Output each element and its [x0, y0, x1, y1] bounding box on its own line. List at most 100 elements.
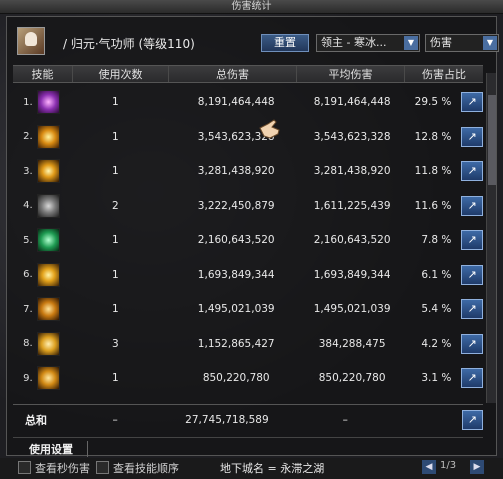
hand-cursor-icon	[259, 119, 280, 139]
green-pillar-icon	[36, 228, 61, 253]
col-total[interactable]: 总伤害	[169, 66, 297, 82]
share-icon[interactable]: ↗	[461, 410, 484, 430]
row-index: 7.	[23, 303, 33, 315]
row-index: 8.	[23, 338, 33, 350]
total-damage: 3,281,438,920	[197, 165, 275, 178]
table-row[interactable]: 5. 1 2,160,643,520 2,160,643,520 7.8 % ↗	[13, 223, 483, 258]
share-icon[interactable]: ↗	[461, 264, 483, 285]
damage-share: 7.8 %	[421, 234, 452, 247]
row-index: 2.	[23, 131, 33, 143]
col-count[interactable]: 使用次数	[73, 66, 169, 82]
use-count: 1	[112, 303, 119, 316]
reset-button[interactable]: 重置	[261, 34, 309, 52]
share-icon[interactable]: ↗	[461, 195, 483, 216]
table-row[interactable]: 8. 3 1,152,865,427 384,288,475 4.2 % ↗	[13, 327, 483, 362]
damage-share: 29.5 %	[414, 96, 452, 109]
table-header: 技能 使用次数 总伤害 平均伤害 伤害占比	[13, 65, 483, 83]
checkbox-dps[interactable]	[18, 461, 31, 474]
table-row[interactable]: 3. 1 3,281,438,920 3,281,438,920 11.8 % …	[13, 154, 483, 189]
chevron-right-icon[interactable]: ▶	[470, 460, 484, 474]
golden-lion-icon	[36, 124, 61, 149]
page-indicator: 1/3	[440, 460, 457, 471]
damage-share: 12.8 %	[414, 130, 452, 143]
totals-damage: 27,745,718,589	[185, 414, 269, 426]
table-row[interactable]: 1. 1 8,191,464,448 8,191,464,448 29.5 % …	[13, 85, 483, 120]
average-damage: 3,281,438,920	[313, 165, 391, 178]
character-name: / 归元·气功师 (等级110)	[63, 37, 195, 51]
share-icon[interactable]: ↗	[461, 161, 483, 182]
share-icon[interactable]: ↗	[461, 368, 483, 389]
totals-average: –	[342, 414, 348, 426]
table-row[interactable]: 4. 2 3,222,450,879 1,611,225,439 11.6 % …	[13, 189, 483, 224]
check-dps-label[interactable]: 查看秒伤害	[35, 460, 90, 476]
average-damage: 850,220,780	[318, 372, 386, 385]
totals-row: 总和 – 27,745,718,589 – ↗	[13, 409, 484, 431]
total-damage: 3,222,450,879	[197, 199, 275, 212]
total-damage: 1,495,021,039	[197, 303, 275, 316]
total-damage: 850,220,780	[202, 372, 270, 385]
average-damage: 1,495,021,039	[313, 303, 391, 316]
table-row[interactable]: 6. 1 1,693,849,344 1,693,849,344 6.1 % ↗	[13, 258, 483, 293]
window-title: 伤害统计	[231, 1, 272, 12]
col-pct[interactable]: 伤害占比	[405, 66, 483, 82]
average-damage: 1,693,849,344	[313, 268, 391, 281]
totals-count: –	[112, 414, 118, 426]
row-index: 1.	[23, 96, 33, 108]
table-row[interactable]: 7. 1 1,495,021,039 1,495,021,039 5.4 % ↗	[13, 292, 483, 327]
use-count: 1	[112, 234, 119, 247]
average-damage: 1,611,225,439	[313, 199, 391, 212]
row-index: 9.	[23, 372, 33, 384]
damage-stats-panel: / 归元·气功师 (等级110) 重置 领主 - 寒冰... ▼ 伤害 ▼ 技能…	[6, 16, 499, 457]
target-select-value: 领主 - 寒冰...	[321, 36, 387, 49]
type-select[interactable]: 伤害 ▼	[425, 34, 499, 52]
row-index: 6.	[23, 269, 33, 281]
bottom-bar: 查看秒伤害 查看技能顺序 地下城名 = 永滞之湖 ◀ 1/3 ▶	[0, 458, 503, 479]
share-icon[interactable]: ↗	[461, 299, 483, 320]
skill-rows: 1. 1 8,191,464,448 8,191,464,448 29.5 % …	[13, 85, 483, 396]
usage-settings: 使用设置	[13, 437, 483, 457]
table-row[interactable]: 2. 1 3,543,623,328 3,543,623,328 12.8 % …	[13, 120, 483, 155]
row-index: 5.	[23, 234, 33, 246]
share-icon[interactable]: ↗	[461, 333, 483, 354]
damage-share: 4.2 %	[421, 337, 452, 350]
checkbox-skill-order[interactable]	[96, 461, 109, 474]
average-damage: 2,160,643,520	[313, 234, 391, 247]
usage-settings-tab[interactable]: 使用设置	[29, 441, 88, 457]
share-icon[interactable]: ↗	[461, 92, 483, 113]
scrollbar-thumb[interactable]	[488, 95, 496, 185]
use-count: 1	[112, 165, 119, 178]
window-titlebar: 伤害统计	[0, 0, 503, 14]
golden-wing-icon	[36, 331, 61, 356]
chevron-down-icon[interactable]: ▼	[483, 36, 497, 50]
share-icon[interactable]: ↗	[461, 126, 483, 147]
golden-strike-icon	[36, 297, 61, 322]
golden-slash-icon	[36, 366, 61, 391]
use-count: 1	[112, 372, 119, 385]
target-select[interactable]: 领主 - 寒冰... ▼	[316, 34, 420, 52]
chevron-left-icon[interactable]: ◀	[422, 460, 436, 474]
scrollbar[interactable]	[486, 73, 496, 403]
avatar	[17, 27, 45, 55]
purple-burst-icon	[36, 90, 61, 115]
use-count: 1	[112, 96, 119, 109]
use-count: 1	[112, 268, 119, 281]
check-skill-order-label[interactable]: 查看技能顺序	[113, 460, 179, 476]
row-index: 3.	[23, 165, 33, 177]
dungeon-name: 地下城名 = 永滞之湖	[220, 462, 325, 475]
use-count: 1	[112, 130, 119, 143]
total-damage: 3,543,623,328	[197, 130, 275, 143]
col-skill[interactable]: 技能	[13, 66, 73, 82]
total-damage: 2,160,643,520	[197, 234, 275, 247]
totals-label: 总和	[25, 414, 48, 427]
type-select-value: 伤害	[430, 36, 452, 49]
golden-ring-icon	[36, 262, 61, 287]
divider	[13, 404, 483, 405]
average-damage: 384,288,475	[318, 337, 386, 350]
damage-share: 6.1 %	[421, 268, 452, 281]
share-icon[interactable]: ↗	[461, 230, 483, 251]
table-row[interactable]: 9. 1 850,220,780 850,220,780 3.1 % ↗	[13, 361, 483, 396]
grey-vortex-icon	[36, 193, 61, 218]
chevron-down-icon[interactable]: ▼	[404, 36, 418, 50]
col-avg[interactable]: 平均伤害	[297, 66, 405, 82]
average-damage: 3,543,623,328	[313, 130, 391, 143]
